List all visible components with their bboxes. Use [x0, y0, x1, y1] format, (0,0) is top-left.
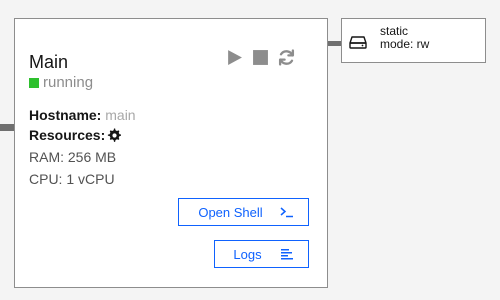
status-text: running [43, 74, 94, 91]
stop-icon[interactable] [252, 49, 269, 66]
logs-icon [280, 248, 294, 260]
gear-icon[interactable] [107, 128, 122, 142]
ram-info: RAM: 256 MB [29, 149, 117, 165]
resources-label: Resources: [29, 127, 106, 143]
storage-mode: mode: rw [380, 37, 430, 51]
restart-icon[interactable] [278, 49, 295, 66]
hard-drive-icon [349, 35, 367, 49]
connector-line-right [328, 41, 342, 46]
play-icon[interactable] [226, 49, 243, 66]
cpu-info: CPU: 1 vCPU [29, 171, 115, 187]
node-title: Main [29, 52, 69, 72]
storage-name: static [380, 24, 409, 38]
logs-button[interactable]: Logs [214, 240, 309, 268]
status-indicator: running [29, 74, 93, 91]
node-card[interactable]: Main running Hostname: main Resources: R… [14, 18, 328, 288]
open-shell-label: Open Shell [198, 204, 263, 220]
open-shell-button[interactable]: Open Shell [178, 198, 309, 226]
hostname-label: Hostname: [29, 107, 102, 123]
resources-row: Resources: [29, 127, 122, 143]
logs-label: Logs [233, 246, 262, 262]
status-dot [29, 77, 39, 88]
hostname-row: Hostname: main [29, 107, 136, 123]
connector-line-left [0, 124, 14, 131]
node-controls [226, 49, 295, 66]
hostname-value: main [105, 107, 136, 123]
storage-node[interactable]: static mode: rw [341, 18, 486, 63]
terminal-icon [280, 206, 294, 218]
